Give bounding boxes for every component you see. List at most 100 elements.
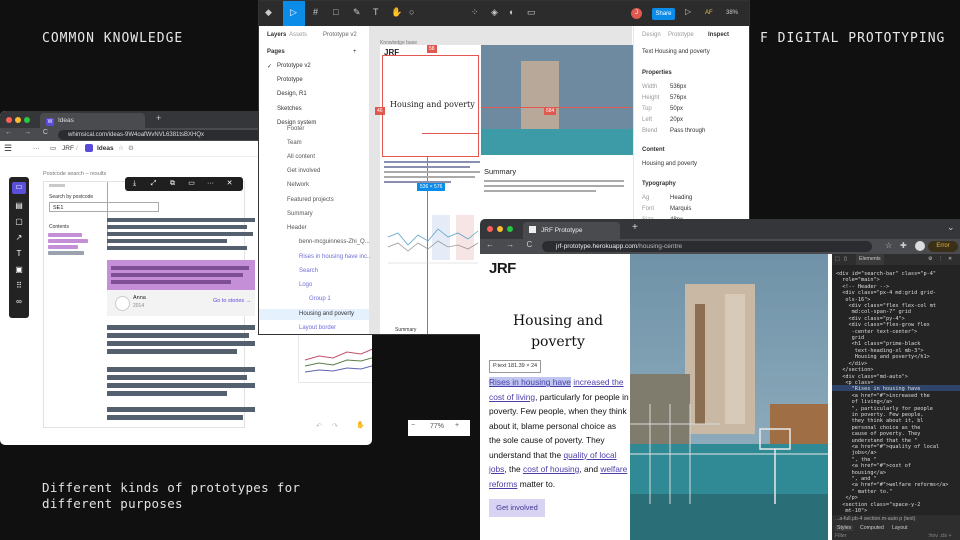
tab-computed[interactable]: Computed — [860, 525, 884, 531]
text-tool-icon[interactable]: T — [14, 249, 24, 258]
page-item[interactable]: Prototype — [277, 77, 303, 83]
layer-item[interactable]: Featured projects — [287, 197, 334, 203]
extensions-icon[interactable]: ✚ — [900, 241, 907, 250]
layer-item[interactable]: Get involved — [287, 168, 320, 174]
styles-filter-options[interactable]: :hov .cls + — [928, 533, 952, 539]
prop-value[interactable]: 536px — [670, 84, 686, 90]
prop-value[interactable]: 576px — [670, 95, 686, 101]
inspect-icon[interactable]: ⬚ — [835, 254, 840, 265]
close-icon[interactable]: ✕ — [948, 254, 952, 265]
zoom-in-button[interactable]: + — [455, 422, 459, 429]
layer-item[interactable]: Summary — [287, 211, 313, 217]
arrow-tool-icon[interactable]: ↗ — [14, 233, 24, 242]
shape-tool-icon[interactable]: □ — [333, 7, 338, 17]
undo-icon[interactable]: ↶ — [316, 422, 322, 430]
page-item[interactable]: Sketches — [277, 106, 302, 112]
tab-menu-icon[interactable]: ⌄ — [947, 222, 955, 233]
layer-item-selected[interactable]: Housing and poverty — [299, 311, 354, 317]
device-icon[interactable]: ▯ — [844, 254, 847, 265]
content-value[interactable]: Housing and poverty — [642, 161, 697, 167]
minimize-dot[interactable] — [497, 226, 503, 232]
layer-item[interactable]: Network — [287, 182, 309, 188]
layer-item[interactable]: Footer — [287, 126, 304, 132]
get-involved-button[interactable]: Get involved — [489, 499, 545, 517]
layer-item[interactable]: Logo — [299, 282, 312, 288]
pen-tool-icon[interactable]: ✎ — [353, 7, 361, 18]
page-item[interactable]: Design, R1 — [277, 91, 307, 97]
frame-tool-icon[interactable]: ▢ — [14, 217, 24, 226]
more-icon[interactable]: ··· — [33, 141, 40, 156]
duplicate-icon[interactable]: ⧉ — [163, 177, 182, 191]
typo-value[interactable]: Marquis — [670, 206, 691, 212]
page-item[interactable]: Prototype v2 — [277, 63, 311, 69]
mask-icon[interactable]: ◈ — [491, 7, 498, 18]
image-tool-icon[interactable]: ▣ — [14, 265, 24, 274]
styles-filter-input[interactable]: Filter — [835, 533, 847, 539]
breadcrumb-ideas[interactable]: Ideas — [97, 141, 114, 156]
select-tool-icon[interactable]: ▭ — [12, 182, 26, 194]
minimize-dot[interactable] — [15, 117, 21, 123]
card-tool-icon[interactable]: ▤ — [14, 201, 24, 210]
close-dot[interactable] — [487, 226, 493, 232]
layer-item[interactable]: Layout border — [299, 325, 336, 331]
prop-value[interactable]: 50px — [670, 106, 683, 112]
layer-item[interactable]: Team — [287, 140, 302, 146]
more-icon[interactable]: ⋮ — [938, 254, 943, 265]
page-selector[interactable]: Prototype v2 — [323, 32, 357, 38]
avatar[interactable]: J — [631, 8, 642, 19]
present-button[interactable]: ▷ — [685, 7, 691, 16]
browser-url-field[interactable]: jrf-prototype.herokuapp.com/housing-cent… — [542, 241, 872, 252]
prop-value[interactable]: Pass through — [670, 128, 705, 134]
inline-link[interactable]: cost of housing — [523, 464, 579, 474]
hamburger-icon[interactable]: ☰ — [4, 141, 12, 156]
boolean-icon[interactable]: ▭ — [527, 7, 536, 18]
layer-item[interactable]: Group 1 — [309, 296, 331, 302]
tab-layout[interactable]: Layout — [892, 525, 908, 531]
whimsical-tab[interactable]: W Ideas — [40, 113, 145, 128]
zoom-out-button[interactable]: − — [411, 422, 415, 429]
user-initials[interactable]: AF — [705, 10, 713, 16]
figma-menu-icon[interactable]: ◆ — [265, 7, 272, 18]
comment-icon[interactable]: ▭ — [182, 177, 201, 191]
layer-item[interactable]: Header — [287, 225, 307, 231]
text-tool-icon[interactable]: T — [373, 7, 379, 17]
new-tab-button[interactable]: + — [156, 113, 161, 123]
typo-value[interactable]: Heading — [670, 195, 692, 201]
tab-inspect[interactable]: Inspect — [708, 32, 729, 38]
tab-prototype[interactable]: Prototype — [668, 32, 694, 38]
star-icon[interactable]: ☆ — [885, 241, 892, 250]
devtools-breadcrumb[interactable]: ...a-full.pb-4 section.m-auto p (text) — [835, 516, 915, 522]
settings-icon[interactable]: ⚙ — [128, 141, 134, 156]
tab-assets[interactable]: Assets — [289, 32, 307, 38]
add-page-icon[interactable]: + — [353, 49, 357, 55]
zoom-level[interactable]: 77% — [430, 423, 444, 430]
layer-item[interactable]: benn-mcguinness-Zhi_Q... — [299, 239, 370, 245]
figma-zoom[interactable]: 38% — [726, 10, 738, 16]
layer-item[interactable]: All content — [287, 154, 315, 160]
component-icon[interactable]: ⁘ — [471, 7, 479, 18]
settings-icon[interactable]: ⚙ — [928, 254, 933, 265]
chart-sketch[interactable] — [298, 329, 372, 383]
hand-icon[interactable]: ✋ — [356, 421, 365, 429]
move-tool[interactable]: ▷ — [283, 1, 305, 26]
jrf-logo[interactable]: JRF — [489, 260, 516, 277]
replace-icon[interactable]: ⤓ — [125, 177, 144, 191]
breadcrumb-jrf[interactable]: JRF — [62, 141, 74, 156]
hand-tool-icon[interactable]: ✋ — [391, 7, 402, 18]
more-icon[interactable]: ··· — [201, 177, 220, 191]
dom-tree[interactable]: <div id="search-bar" class="p-4" role="m… — [836, 271, 948, 514]
star-icon[interactable]: ☆ — [118, 141, 124, 156]
close-icon[interactable]: ✕ — [220, 177, 239, 191]
share-button[interactable]: Share — [652, 8, 675, 20]
layer-item[interactable]: Rises in housing have inc... — [299, 254, 372, 260]
grid-tool-icon[interactable]: ⠿ — [14, 281, 24, 290]
tab-layers[interactable]: Layers — [267, 32, 286, 38]
postcode-search-input[interactable]: SE1 — [49, 202, 159, 212]
tab-elements[interactable]: Elements — [856, 254, 884, 265]
redo-icon[interactable]: ↷ — [332, 422, 338, 430]
expand-icon[interactable]: ⤢ — [144, 177, 163, 191]
frame-tool-icon[interactable]: # — [313, 7, 318, 17]
comment-tool-icon[interactable]: ○ — [409, 7, 414, 17]
contrast-icon[interactable]: ◐ — [509, 7, 514, 17]
browser-tab[interactable]: JRF Prototype — [523, 222, 620, 239]
